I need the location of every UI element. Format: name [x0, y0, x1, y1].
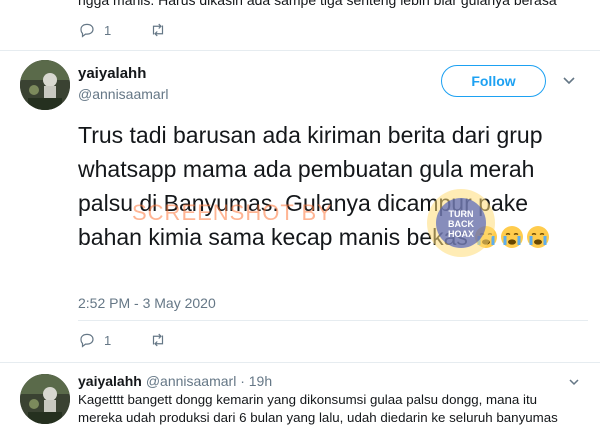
avatar-image	[20, 374, 70, 424]
chevron-down-icon[interactable]	[562, 73, 576, 87]
user-handle[interactable]: @annisaamarl	[78, 86, 168, 102]
reply-count: 1	[104, 22, 112, 38]
reply-icon	[80, 333, 94, 348]
reply-handle-time[interactable]: @annisaamarl · 19h	[146, 373, 272, 389]
avatar-image	[20, 60, 70, 110]
seal-line-3: HOAX	[448, 229, 474, 239]
previous-tweet-text: ngga manis. Harus dikasih ada sampe tiga…	[78, 0, 557, 8]
tweet-actions: 1	[78, 331, 205, 349]
retweet-button[interactable]	[149, 21, 167, 39]
chevron-down-icon[interactable]	[568, 376, 580, 388]
follow-button[interactable]: Follow	[441, 65, 546, 97]
avatar[interactable]	[20, 60, 70, 110]
reply-count: 1	[104, 332, 112, 348]
tweet-text: Trus tadi barusan ada kiriman berita dar…	[78, 118, 588, 258]
retweet-icon	[153, 333, 164, 347]
divider	[0, 50, 600, 51]
reply-line-1: Kagetttt bangett dongg kemarin yang diko…	[78, 392, 538, 407]
retweet-button[interactable]	[149, 331, 167, 349]
reply-button[interactable]: 1	[78, 21, 111, 39]
reply-line-2: mereka udah produksi dari 6 bulan yang l…	[78, 410, 558, 425]
watermark-text: SCREENSHOT BY	[132, 200, 333, 225]
reply-button[interactable]: 1	[78, 331, 111, 349]
retweet-icon	[153, 23, 164, 37]
reply-text: Kagetttt bangett dongg kemarin yang diko…	[78, 391, 578, 427]
reply-display-name[interactable]: yaiyalahh	[78, 373, 142, 389]
previous-tweet-actions: 1	[78, 21, 205, 39]
turnbackhoax-seal-icon: TURN BACK HOAX	[427, 189, 495, 257]
display-name[interactable]: yaiyalahh	[78, 65, 146, 82]
divider	[0, 362, 600, 363]
avatar[interactable]	[20, 374, 70, 424]
seal-line-2: BACK	[448, 219, 474, 229]
seal-line-1: TURN	[449, 209, 474, 219]
tweet-timestamp[interactable]: 2:52 PM - 3 May 2020	[78, 295, 216, 311]
reply-icon	[80, 23, 94, 38]
crying-face-icon	[500, 224, 524, 258]
crying-face-icon	[526, 224, 550, 258]
divider	[78, 320, 588, 321]
reply-header: yaiyalahh @annisaamarl · 19h	[78, 373, 272, 389]
